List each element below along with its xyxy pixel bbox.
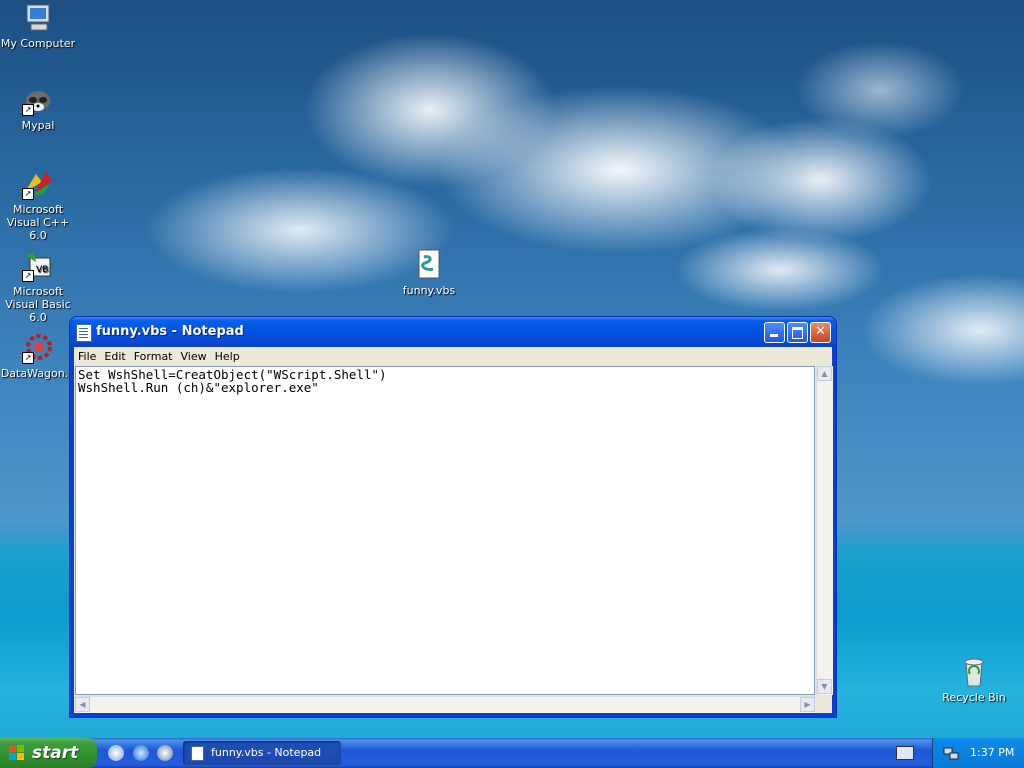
desktop-icon-label: DataWagon... [0,367,76,380]
minimize-button[interactable] [764,322,785,343]
vertical-scrollbar[interactable]: ▲ ▼ [816,366,833,695]
menu-format[interactable]: Format [130,347,177,363]
desktop-icon-label: funny.vbs [402,284,456,297]
menu-help[interactable]: Help [211,347,244,363]
visual-cpp-icon: ↗ [22,168,54,200]
desktop-icon-label: Microsoft Visual C++ 6.0 [6,203,70,242]
system-tray: 1:37 PM [932,738,1024,768]
visual-basic-icon: VB ↗ [22,250,54,282]
clock[interactable]: 1:37 PM [970,746,1014,759]
gear-icon: ↗ [22,332,54,364]
scroll-left-button[interactable]: ◀ [75,697,90,712]
text-editor[interactable]: Set WshShell=CreatObject("WScript.Shell"… [75,366,815,695]
editor-content[interactable]: Set WshShell=CreatObject("WScript.Shell"… [76,367,814,395]
desktop-icon-recycle-bin[interactable]: Recycle Bin [934,656,1014,704]
maximize-icon [792,327,803,339]
notepad-icon [76,324,92,342]
desktop-icon-my-computer[interactable]: My Computer [0,2,78,50]
taskbar-item-notepad[interactable]: funny.vbs - Notepad [183,741,341,765]
notepad-window[interactable]: funny.vbs - Notepad ✕ File Edit Format View… [70,317,836,717]
scroll-up-button[interactable]: ▲ [817,366,832,381]
start-button[interactable]: start [0,738,97,768]
desktop-icon-visual-cpp[interactable]: ↗ Microsoft Visual C++ 6.0 [0,168,78,242]
desktop-icon-label: Recycle Bin [942,691,1006,704]
raccoon-icon: ↗ [22,84,54,116]
desktop-icon-mypal[interactable]: ↗ Mypal [0,84,78,132]
desktop-icon-visual-basic[interactable]: VB ↗ Microsoft Visual Basic 6.0 [0,250,78,324]
shortcut-arrow-icon: ↗ [22,188,34,200]
client-area: Set WshShell=CreatObject("WScript.Shell"… [74,366,833,713]
taskbar-item-label: funny.vbs - Notepad [211,746,322,759]
close-icon: ✕ [815,324,826,339]
menu-view[interactable]: View [177,347,211,363]
menu-file[interactable]: File [74,347,100,363]
recycle-bin-icon [958,656,990,688]
desktop-icon-funny-vbs[interactable]: funny.vbs [389,249,469,297]
maximize-button[interactable] [787,322,808,343]
start-label: start [32,743,79,763]
quicklaunch-desktop-icon[interactable] [108,745,124,761]
shortcut-arrow-icon: ↗ [22,352,34,364]
my-computer-icon [22,2,54,34]
desktop-icon-label: Mypal [21,119,55,132]
network-icon[interactable] [943,745,959,761]
desktop-icon-label: Microsoft Visual Basic 6.0 [5,285,71,324]
windows-logo-icon [9,745,26,761]
menu-bar: File Edit Format View Help [74,347,832,366]
svg-text:VB: VB [36,265,48,275]
taskbar: start funny.vbs - Notepad 1:37 PM [0,738,1024,768]
shortcut-arrow-icon: ↗ [22,270,34,282]
desktop-icon-datawagon[interactable]: ↗ DataWagon... [0,332,78,380]
quicklaunch-ie-icon[interactable] [133,745,149,761]
desktop-icon-label: My Computer [0,37,76,50]
window-title: funny.vbs - Notepad [96,324,244,339]
minimize-icon [770,334,778,337]
horizontal-scrollbar[interactable]: ◀ ▶ [75,696,815,713]
notepad-icon [191,746,204,761]
shortcut-arrow-icon: ↗ [22,104,34,116]
keyboard-icon[interactable] [896,746,914,760]
quicklaunch-media-player-icon[interactable] [157,745,173,761]
close-button[interactable]: ✕ [810,322,831,343]
scroll-down-button[interactable]: ▼ [817,679,832,694]
vbs-script-icon [413,249,445,281]
menu-edit[interactable]: Edit [100,347,129,363]
title-bar[interactable]: funny.vbs - Notepad ✕ [70,317,836,347]
scroll-right-button[interactable]: ▶ [800,697,815,712]
